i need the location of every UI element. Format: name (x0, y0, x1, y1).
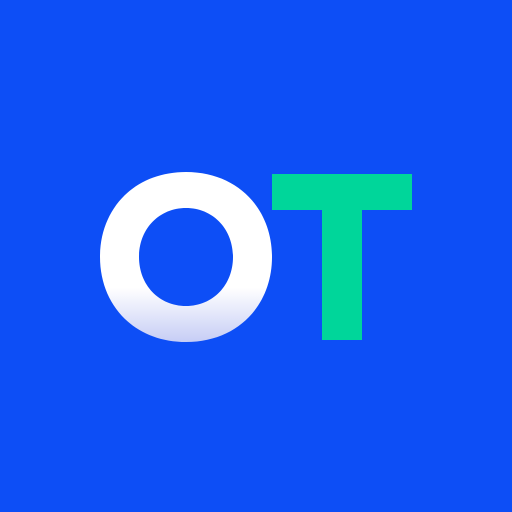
ot-logo-icon (0, 0, 512, 512)
app-icon: OT (0, 0, 512, 512)
